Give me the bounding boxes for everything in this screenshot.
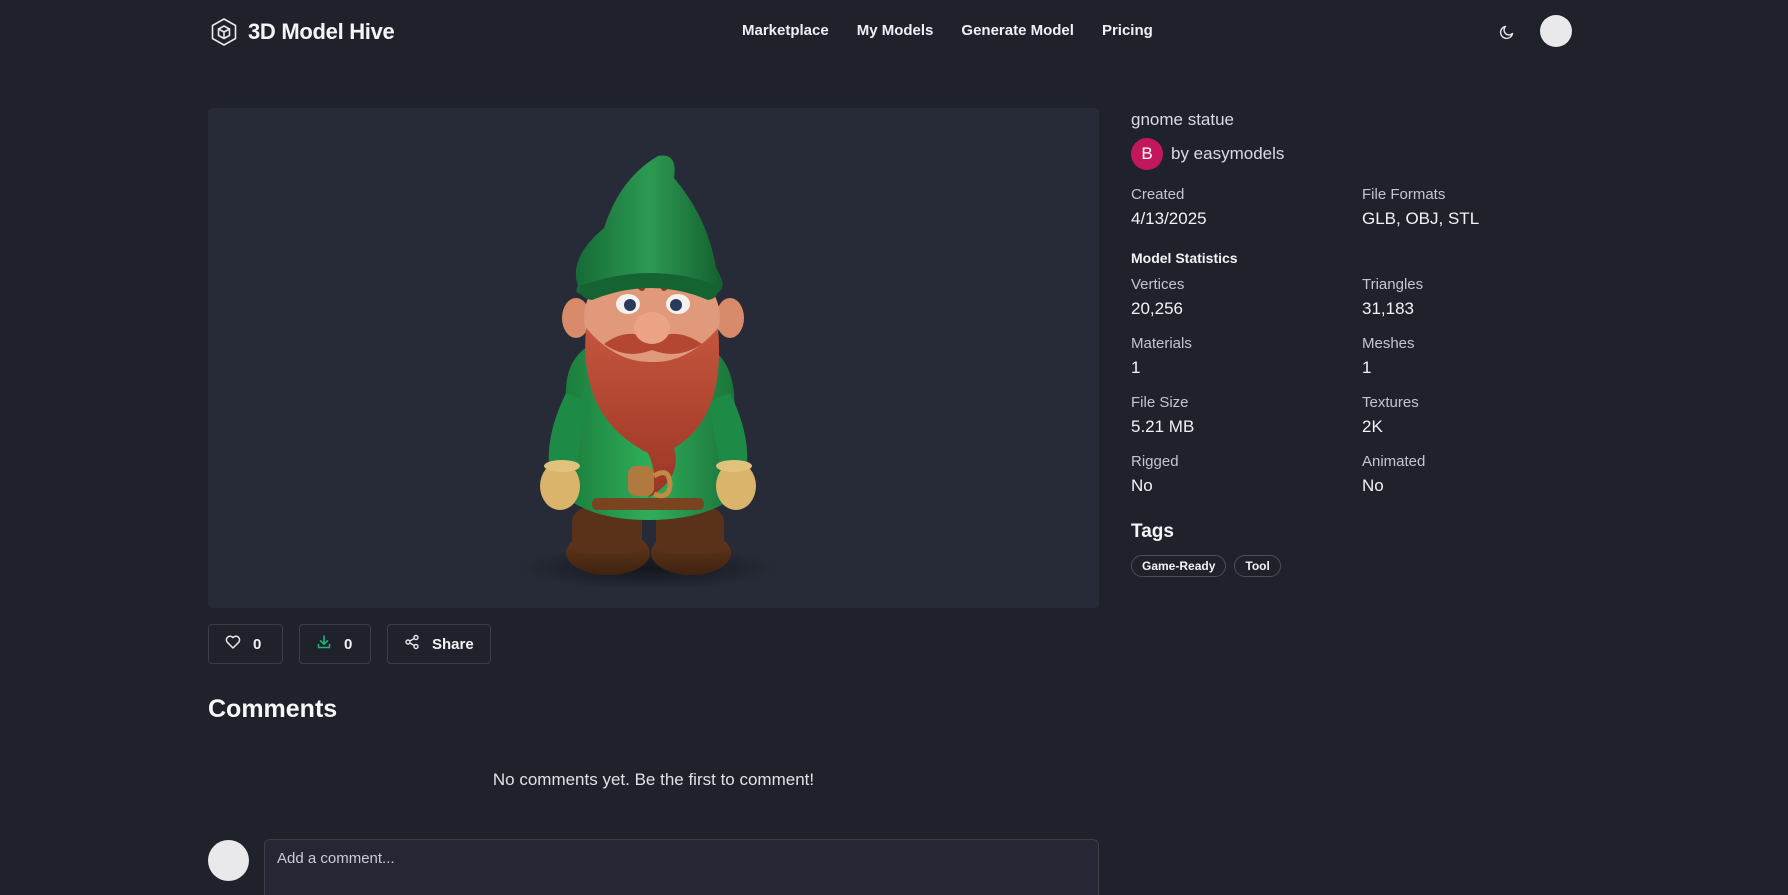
stat-label: Triangles [1362,276,1424,293]
tag-tool[interactable]: Tool [1234,555,1281,577]
stat-animated: Animated No [1362,453,1593,497]
download-button[interactable]: 0 [299,624,371,664]
tag-game-ready[interactable]: Game-Ready [1131,555,1227,577]
created-value: 4/13/2025 [1131,209,1207,228]
stat-meshes: Meshes 1 [1362,335,1593,379]
stat-materials: Materials 1 [1131,335,1362,379]
stat-value: No [1362,476,1384,495]
no-comments-message: No comments yet. Be the first to comment… [492,770,815,789]
cube-icon [208,16,240,48]
stat-triangles: Triangles 31,183 [1362,276,1593,320]
download-icon [316,634,332,654]
stat-label: Meshes [1362,335,1415,352]
author-avatar: B [1131,138,1163,170]
created-field: Created 4/13/2025 [1131,186,1362,230]
nav-my-models[interactable]: My Models [857,22,934,39]
nav-marketplace[interactable]: Marketplace [742,22,829,39]
tags-heading: Tags [1131,521,1174,542]
stat-value: 1 [1131,358,1141,377]
comments-heading: Comments [208,695,338,723]
stat-value: 1 [1362,358,1372,377]
tag-list: Game-Ready Tool [1131,555,1571,577]
like-button[interactable]: 0 [208,624,283,664]
stat-label: Rigged [1131,453,1179,470]
share-button[interactable]: Share [387,624,491,664]
file-formats-field: File Formats GLB, OBJ, STL [1362,186,1593,230]
comment-input[interactable] [264,839,1099,895]
heart-icon [225,634,241,654]
statistics-heading: Model Statistics [1131,250,1238,266]
stat-textures: Textures 2K [1362,394,1593,438]
stat-value: 5.21 MB [1131,417,1195,436]
stat-value: 2K [1362,417,1383,436]
brand-logo[interactable]: 3D Model Hive [208,16,395,48]
gnome-model-preview [518,155,778,588]
file-formats-value: GLB, OBJ, STL [1362,209,1480,228]
main-nav: Marketplace My Models Generate Model Pri… [742,22,1153,39]
stat-vertices: Vertices 20,256 [1131,276,1362,320]
brand-name: 3D Model Hive [248,19,395,44]
moon-icon[interactable] [1497,22,1517,42]
model-title: gnome statue [1131,110,1235,129]
stat-value: 31,183 [1362,299,1414,318]
file-formats-label: File Formats [1362,186,1446,203]
stat-label: File Size [1131,394,1189,411]
stat-rigged: Rigged No [1131,453,1362,497]
stat-label: Vertices [1131,276,1185,293]
nav-pricing[interactable]: Pricing [1102,22,1153,39]
stat-label: Animated [1362,453,1426,470]
download-count: 0 [344,635,353,653]
author-name[interactable]: by easymodels [1171,144,1284,164]
nav-generate-model[interactable]: Generate Model [961,22,1074,39]
model-meta: Created 4/13/2025 File Formats GLB, OBJ,… [1131,186,1571,230]
statistics-grid: Vertices 20,256 Triangles 31,183 Materia… [1131,276,1571,497]
stat-value: No [1131,476,1153,495]
stat-file-size: File Size 5.21 MB [1131,394,1362,438]
stat-value: 20,256 [1131,299,1183,318]
share-label: Share [432,635,474,653]
created-label: Created [1131,186,1185,203]
top-navbar: 3D Model Hive Marketplace My Models Gene… [0,0,1788,64]
model-info-panel: gnome statue B by easymodels Created 4/1… [1131,110,1571,577]
model-viewer[interactable] [208,108,1099,608]
stat-label: Materials [1131,335,1192,352]
user-avatar[interactable] [1540,15,1572,47]
like-count: 0 [253,635,262,653]
action-bar: 0 0 Share [208,624,491,664]
avatar [208,840,249,881]
stat-label: Textures [1362,394,1419,411]
author-row[interactable]: B by easymodels [1131,138,1571,170]
share-icon [404,634,420,654]
